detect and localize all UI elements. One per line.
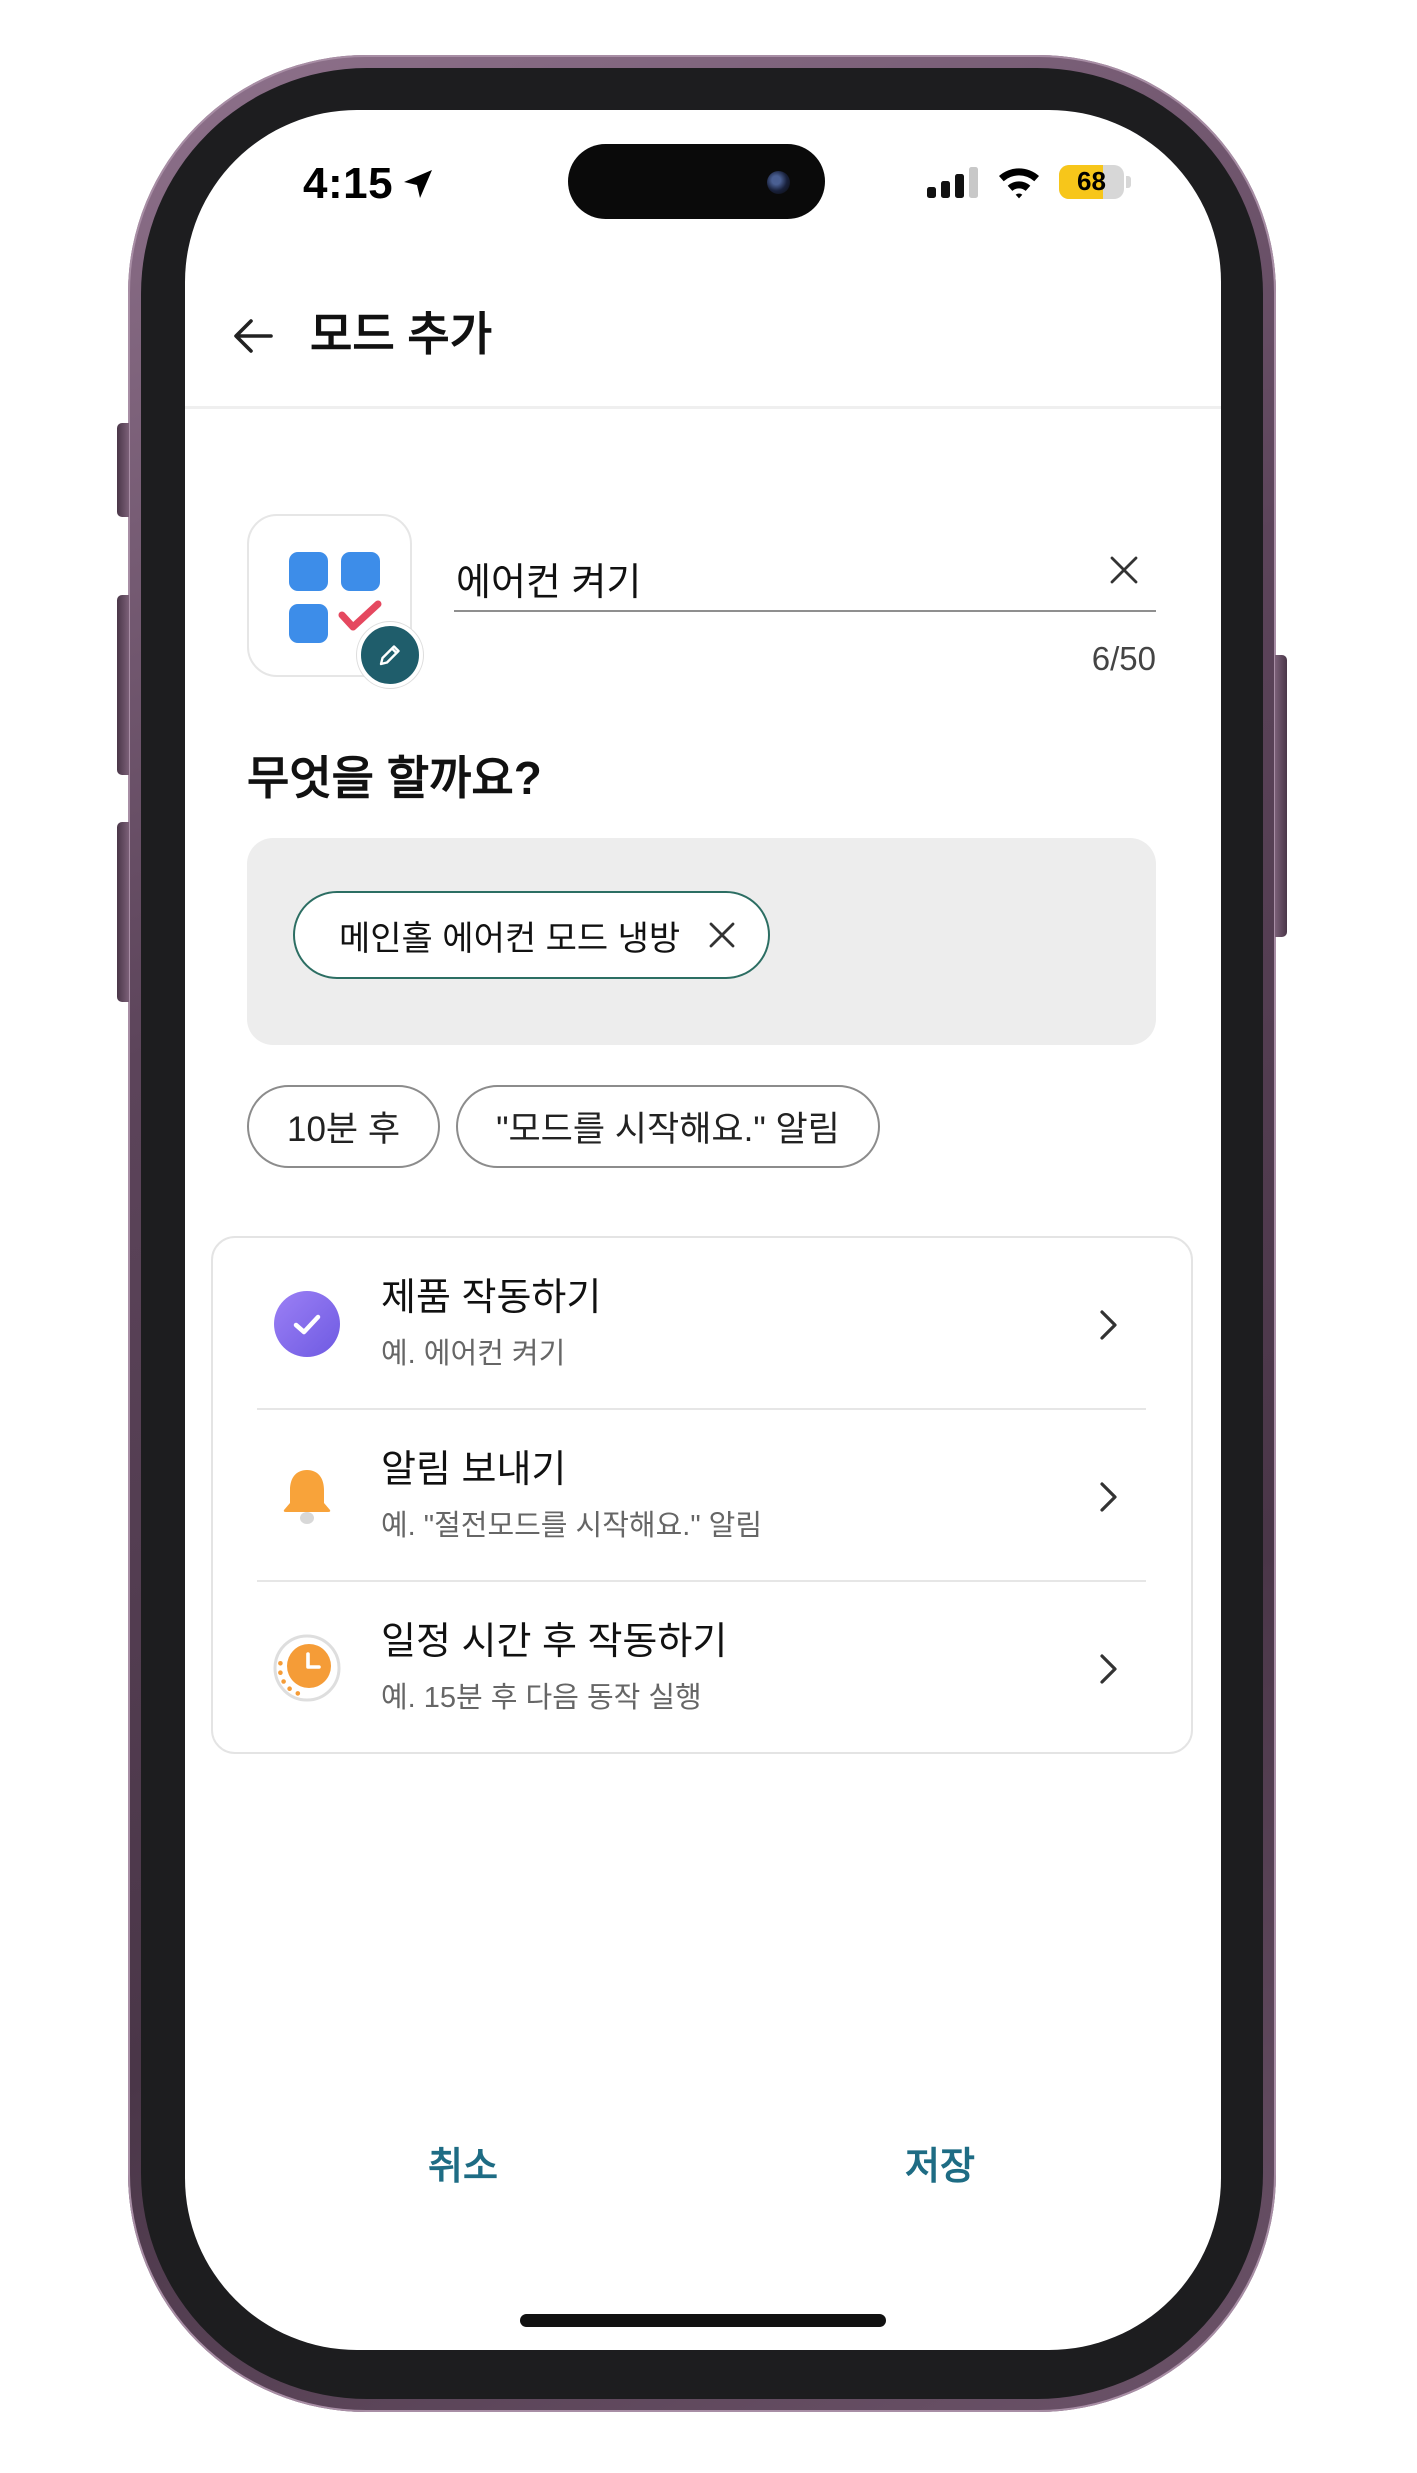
- list-item-title: 제품 작동하기: [381, 1277, 602, 1319]
- volume-down-button: [117, 822, 129, 1002]
- follow-up-chips: 10분 후 "모드를 시작해요." 알림: [247, 1085, 880, 1168]
- selected-actions-area: 메인홀 에어컨 모드 냉방: [247, 838, 1156, 1045]
- clear-icon[interactable]: [1104, 550, 1144, 590]
- mode-name-field: [454, 542, 1156, 612]
- list-item-send-notification[interactable]: 알림 보내기 예. "절전모드를 시작해요." 알림: [213, 1410, 1191, 1580]
- check-circle-icon: [274, 1291, 340, 1357]
- wifi-icon: [999, 168, 1039, 199]
- header-divider: [185, 406, 1221, 409]
- follow-up-chip-notification[interactable]: "모드를 시작해요." 알림: [456, 1085, 880, 1168]
- list-item-subtitle: 예. 에어컨 켜기: [381, 1338, 566, 1370]
- home-indicator[interactable]: [520, 2314, 886, 2327]
- power-button: [1275, 655, 1287, 937]
- cellular-signal-icon: [927, 167, 978, 198]
- arrow-left-icon: [234, 319, 273, 353]
- mode-icon-picker[interactable]: [247, 514, 423, 688]
- signal-bar: [941, 181, 950, 198]
- signal-bar: [969, 167, 978, 198]
- battery-nub: [1126, 176, 1131, 188]
- timer-icon: [273, 1634, 341, 1702]
- status-bar-left: 4:15: [303, 156, 435, 212]
- action-button: [117, 423, 129, 517]
- save-button[interactable]: 저장: [724, 2132, 1156, 2202]
- app-screen: 4:15 68 모드 추가 에어컨 켜기 6/50 무엇을 할까요? 메인홀 에…: [185, 110, 1221, 2350]
- list-item-title: 알림 보내기: [381, 1449, 567, 1491]
- list-item-control-device[interactable]: 제품 작동하기 예. 에어컨 켜기: [213, 1238, 1191, 1408]
- location-arrow-icon: [404, 170, 433, 198]
- close-icon[interactable]: [704, 917, 740, 953]
- signal-bar: [955, 174, 964, 198]
- edit-icon-button[interactable]: [357, 622, 423, 688]
- back-button[interactable]: [225, 308, 281, 364]
- section-heading: 무엇을 할까요?: [247, 752, 542, 804]
- character-counter: 6/50: [1091, 640, 1156, 677]
- list-item-title: 일정 시간 후 작동하기: [381, 1621, 728, 1663]
- chevron-right-icon: [1100, 1654, 1117, 1684]
- list-item-delay-action[interactable]: 일정 시간 후 작동하기 예. 15분 후 다음 동작 실행: [213, 1582, 1191, 1752]
- mode-name-input[interactable]: [456, 550, 1076, 606]
- chevron-right-icon: [1100, 1482, 1117, 1512]
- volume-up-button: [117, 595, 129, 775]
- follow-up-chip-delay[interactable]: 10분 후: [247, 1085, 441, 1168]
- status-bar-right: 68: [927, 164, 1132, 200]
- status-time: 4:15: [303, 159, 394, 208]
- action-type-list: 제품 작동하기 예. 에어컨 켜기 알림 보내기 예. "절전모드를 시작해요.…: [211, 1236, 1193, 1754]
- signal-bar: [927, 187, 936, 198]
- list-item-subtitle: 예. "절전모드를 시작해요." 알림: [381, 1510, 763, 1542]
- front-camera: [767, 171, 790, 194]
- dynamic-island: [568, 144, 825, 219]
- battery-percent: 68: [1077, 165, 1106, 196]
- selected-action-chip[interactable]: 메인홀 에어컨 모드 냉방: [293, 891, 771, 979]
- battery-icon: 68: [1059, 164, 1132, 200]
- pencil-icon: [379, 645, 400, 666]
- page-title: 모드 추가: [310, 308, 493, 360]
- cancel-button[interactable]: 취소: [247, 2132, 679, 2202]
- chevron-right-icon: [1100, 1310, 1117, 1340]
- bell-icon: [283, 1470, 331, 1524]
- list-item-subtitle: 예. 15분 후 다음 동작 실행: [381, 1682, 702, 1714]
- selected-action-label: 메인홀 에어컨 모드 냉방: [339, 919, 681, 958]
